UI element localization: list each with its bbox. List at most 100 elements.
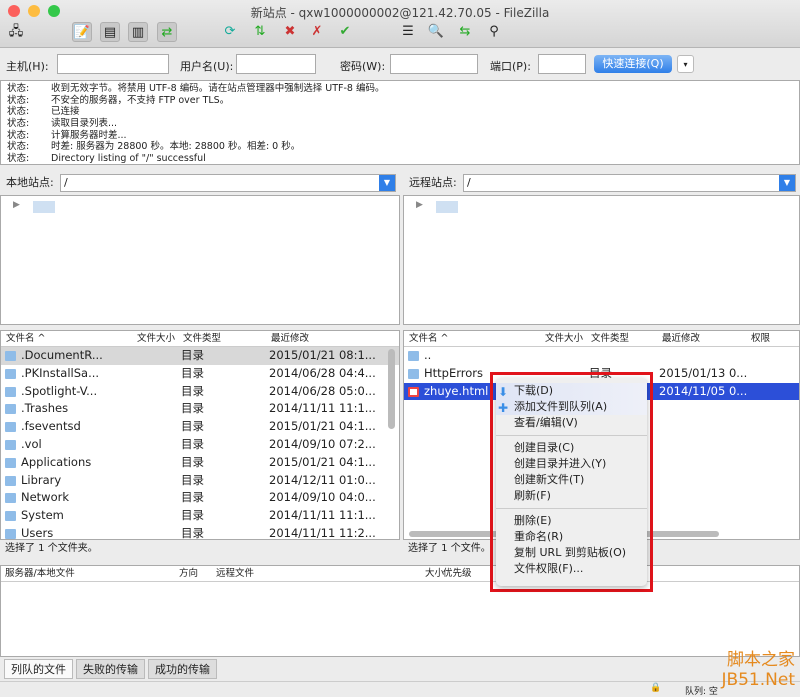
- file-row[interactable]: .PKInstallSa... 目录 2014/06/28 04:4...: [1, 365, 399, 383]
- file-row[interactable]: .DocumentR... 目录 2015/01/21 08:1...: [1, 347, 399, 365]
- col-priority[interactable]: 优先级: [443, 566, 472, 582]
- tab-queued-files[interactable]: 列队的文件: [4, 659, 73, 679]
- col-remote-file[interactable]: 远程文件: [216, 566, 254, 582]
- site-manager-icon[interactable]: 🖧: [6, 22, 26, 42]
- log-row: 状态: 收到无效字节。将禁用 UTF-8 编码。请在站点管理器中强制选择 UTF-…: [1, 83, 799, 95]
- log-level: 状态:: [7, 83, 30, 94]
- col-filetype[interactable]: 文件类型: [183, 331, 221, 347]
- menu-item[interactable]: 重命名(R): [496, 529, 647, 545]
- chevron-down-icon[interactable]: ▼: [379, 175, 395, 191]
- message-log: 状态: 收到无效字节。将禁用 UTF-8 编码。请在站点管理器中强制选择 UTF-…: [0, 80, 800, 165]
- folder-icon: [5, 386, 16, 397]
- transfer-queue[interactable]: 服务器/本地文件 方向 远程文件 大小 优先级: [0, 565, 800, 657]
- quickconnect-button[interactable]: 快速连接(Q): [594, 55, 672, 73]
- title-bar: 新站点 - qxw1000000002@121.42.70.05 - FileZ…: [0, 0, 800, 48]
- menu-item[interactable]: 删除(E): [496, 513, 647, 529]
- local-tree[interactable]: ▶: [0, 195, 400, 325]
- tab-failed-transfers[interactable]: 失败的传输: [76, 659, 145, 679]
- expand-arrow-icon[interactable]: ▶: [13, 200, 20, 210]
- file-row[interactable]: .fseventsd 目录 2015/01/21 04:1...: [1, 418, 399, 436]
- message-log-icon[interactable]: 📝: [72, 22, 92, 42]
- menu-item-label: 查看/编辑(V): [514, 416, 578, 429]
- menu-item[interactable]: 复制 URL 到剪贴板(O): [496, 545, 647, 561]
- col-filename[interactable]: 文件名 ^: [6, 331, 45, 347]
- file-row[interactable]: Applications 目录 2015/01/21 04:1...: [1, 454, 399, 472]
- menu-item-label: 刷新(F): [514, 489, 551, 502]
- disconnect-icon[interactable]: ✗: [307, 22, 327, 42]
- queue-column-header: 服务器/本地文件 方向 远程文件 大小 优先级: [1, 566, 799, 582]
- menu-item[interactable]: 创建目录并进入(Y): [496, 456, 647, 472]
- process-queue-icon[interactable]: ⇅: [250, 22, 270, 42]
- search-icon[interactable]: ⚲: [484, 22, 504, 42]
- menu-item[interactable]: 文件权限(F)...: [496, 561, 647, 577]
- context-menu-highlight: ⬇ 下载(D) ✚ 添加文件到队列(A) 查看/编辑(V) 创建目录(C) 创建目录并进入(…: [490, 372, 653, 592]
- col-modified[interactable]: 最近修改: [271, 331, 309, 347]
- password-input[interactable]: [390, 54, 478, 74]
- file-row[interactable]: Library 目录 2014/12/11 01:0...: [1, 472, 399, 490]
- reconnect-icon[interactable]: ✔: [335, 22, 355, 42]
- tab-successful-transfers[interactable]: 成功的传输: [148, 659, 217, 679]
- file-date: 2014/11/11 11:1...: [269, 508, 376, 523]
- col-filesize[interactable]: 文件大小: [545, 331, 583, 347]
- file-name: .DocumentR...: [21, 348, 103, 362]
- filter-icon[interactable]: ☰: [398, 22, 418, 42]
- remote-site-header: 远程站点: / ▼: [403, 171, 800, 195]
- local-scrollbar[interactable]: [388, 349, 395, 429]
- folder-icon: [5, 457, 16, 468]
- log-level: 状态:: [7, 94, 30, 106]
- file-name: .PKInstallSa...: [21, 365, 100, 380]
- port-input[interactable]: [538, 54, 586, 74]
- remote-path-input[interactable]: / ▼: [463, 174, 796, 192]
- menu-item[interactable]: ⬇ 下载(D): [496, 383, 647, 399]
- folder-icon: [5, 439, 16, 450]
- col-permissions[interactable]: 权限: [751, 331, 770, 347]
- log-level: 状态:: [7, 118, 30, 130]
- menu-item[interactable]: ✚ 添加文件到队列(A): [496, 399, 647, 415]
- host-input[interactable]: [57, 54, 169, 74]
- transfer-queue-icon[interactable]: ⇄: [157, 22, 177, 42]
- file-row[interactable]: .Trashes 目录 2014/11/11 11:1...: [1, 400, 399, 418]
- file-row[interactable]: Users 目录 2014/11/11 11:2...: [1, 525, 399, 539]
- html-file-icon: [408, 386, 419, 397]
- folder-icon: [408, 368, 419, 379]
- file-name: Library: [21, 472, 62, 487]
- refresh-icon[interactable]: ⟳: [220, 22, 240, 42]
- remote-tree[interactable]: ▶: [403, 195, 800, 325]
- menu-item-label: 创建目录(C): [514, 441, 575, 454]
- remote-site-panel: 远程站点: / ▼ ▶: [403, 171, 800, 325]
- log-level: 状态:: [7, 141, 30, 153]
- quickconnect-dropdown[interactable]: ▾: [677, 55, 694, 73]
- file-row[interactable]: ..: [404, 347, 799, 365]
- col-filetype[interactable]: 文件类型: [591, 331, 629, 347]
- chevron-down-icon[interactable]: ▼: [779, 175, 795, 191]
- sync-browse-icon[interactable]: ⇆: [455, 22, 475, 42]
- menu-item-label: 创建新文件(T): [514, 473, 585, 486]
- expand-arrow-icon[interactable]: ▶: [416, 200, 423, 210]
- col-size[interactable]: 大小: [425, 566, 444, 582]
- remote-tree-icon[interactable]: ▥: [128, 22, 148, 42]
- local-file-list[interactable]: 文件名 ^ 文件大小 文件类型 最近修改 .DocumentR... 目录 2015…: [0, 330, 400, 540]
- col-server-local[interactable]: 服务器/本地文件: [5, 566, 75, 582]
- col-filename[interactable]: 文件名 ^: [409, 331, 448, 347]
- menu-item[interactable]: 查看/编辑(V): [496, 415, 647, 431]
- file-date: 2015/01/13 0...: [659, 365, 748, 380]
- col-direction[interactable]: 方向: [179, 566, 198, 582]
- watermark: 脚本之家 JB51.Net: [721, 650, 795, 690]
- file-row[interactable]: .vol 目录 2014/09/10 07:2...: [1, 436, 399, 454]
- compare-icon[interactable]: 🔍: [426, 22, 446, 42]
- file-row[interactable]: .Spotlight-V... 目录 2014/06/28 05:0...: [1, 383, 399, 401]
- local-path-input[interactable]: / ▼: [60, 174, 396, 192]
- username-input[interactable]: [236, 54, 316, 74]
- file-row[interactable]: System 目录 2014/11/11 11:1...: [1, 507, 399, 525]
- file-row[interactable]: Network 目录 2014/09/10 04:0...: [1, 489, 399, 507]
- menu-item-label: 重命名(R): [514, 530, 564, 543]
- menu-item[interactable]: 创建目录(C): [496, 440, 647, 456]
- file-date: 2014/06/28 04:4...: [269, 365, 376, 380]
- local-tree-icon[interactable]: ▤: [100, 22, 120, 42]
- menu-item[interactable]: 刷新(F): [496, 488, 647, 504]
- local-status: 选择了 1 个文件夹。: [0, 540, 400, 558]
- menu-item[interactable]: 创建新文件(T): [496, 472, 647, 488]
- col-modified[interactable]: 最近修改: [662, 331, 700, 347]
- cancel-icon[interactable]: ✖: [280, 22, 300, 42]
- col-filesize[interactable]: 文件大小: [137, 331, 175, 347]
